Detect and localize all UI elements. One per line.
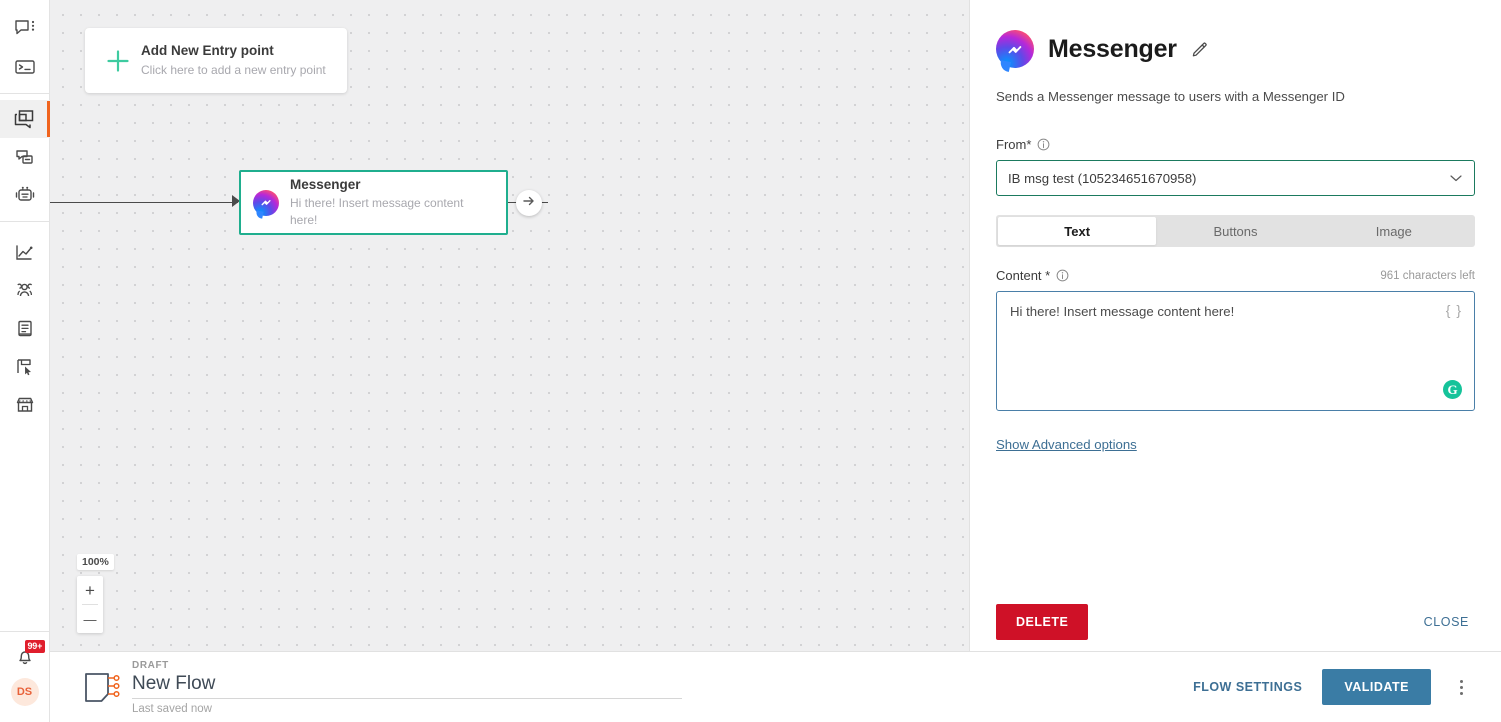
terminal-icon [14,58,36,76]
panel-action-buttons: DELETE CLOSE [996,604,1475,640]
app-root: 99+ DS Add New Entry point Click here to… [0,0,1501,722]
sidebar-item-conversations[interactable] [0,10,50,48]
flow-status-badge: DRAFT [132,659,169,671]
content-label-row: Content * 961 characters left [996,268,1475,283]
sidebar-item-campaigns[interactable] [0,348,50,386]
sidebar-item-content[interactable] [0,310,50,348]
messenger-icon [253,189,287,216]
sidebar-item-templates[interactable] [0,138,50,176]
chat-menu-icon [14,19,36,39]
insert-variable-button[interactable]: { } [1446,302,1462,318]
page-title: Messenger [1048,34,1177,63]
kebab-dot [1459,679,1463,683]
content-textarea[interactable]: Hi there! Insert message content here! {… [996,291,1475,411]
message-type-tabs: Text Buttons Image [996,215,1475,247]
messenger-icon [996,30,1034,68]
sidebar-item-flows[interactable] [0,100,50,138]
kebab-menu-icon[interactable] [1449,672,1473,702]
sidebar-bottom: 99+ DS [0,638,50,722]
sidebar-divider-1 [0,93,50,94]
characters-left-counter: 961 characters left [1380,269,1475,282]
pencil-icon[interactable] [1191,40,1209,58]
sidebar-item-audience[interactable] [0,272,50,310]
sidebar-group-3 [0,228,50,424]
tab-image[interactable]: Image [1315,217,1473,245]
flow-edge-line [50,202,238,203]
sidebar-item-bots[interactable] [0,176,50,214]
content-field-label: Content * [996,268,1069,283]
show-advanced-options-link[interactable]: Show Advanced options [996,437,1137,452]
kebab-dot [1459,691,1463,695]
kebab-dot [1459,685,1463,689]
templates-icon [14,147,36,167]
panel-header: Messenger [996,0,1475,68]
panel-description: Sends a Messenger message to users with … [996,89,1345,104]
from-select[interactable]: IB msg test (105234651670958) [996,160,1475,196]
add-entry-point-subtitle: Click here to add a new entry point [141,62,326,77]
audience-icon [13,281,37,301]
chevron-down-icon [1449,173,1463,183]
campaign-icon [14,357,36,377]
avatar[interactable]: DS [10,678,39,706]
arrow-right-icon [522,194,536,212]
store-icon [14,395,36,415]
flow-node-messenger[interactable]: Messenger Hi there! Insert message conte… [239,170,508,235]
sidebar-divider-2 [0,221,50,222]
flow-meta: DRAFT New Flow Last saved now [132,660,682,715]
from-field-label: From* [996,137,1475,152]
flows-icon [13,108,37,130]
content-textarea-value: Hi there! Insert message content here! [1010,304,1235,319]
sidebar-divider-3 [0,631,50,632]
flow-saved-status: Last saved now [132,702,212,715]
bot-icon [13,185,37,205]
add-entry-point-texts: Add New Entry point Click here to add a … [137,42,326,78]
zoom-in-button[interactable]: + [77,576,103,604]
from-label-text: From* [996,137,1032,152]
flow-name-value: New Flow [132,672,216,694]
info-icon[interactable] [1037,138,1050,151]
validate-button[interactable]: VALIDATE [1322,669,1431,705]
content-label-text: Content * [996,268,1051,283]
node-settings-panel: Messenger Sends a Messenger message to u… [969,0,1501,651]
delete-button[interactable]: DELETE [996,604,1089,640]
sidebar-item-store[interactable] [0,386,50,424]
zoom-out-button[interactable]: — [77,605,103,633]
zoom-level-label: 100% [77,554,114,570]
analytics-icon [14,243,36,263]
flow-node-texts: Messenger Hi there! Insert message conte… [287,176,494,229]
tab-text[interactable]: Text [998,217,1157,245]
book-icon [15,319,35,339]
add-entry-point-title: Add New Entry point [141,43,274,59]
add-next-step-button[interactable] [516,190,542,216]
notifications-button[interactable]: 99+ [0,638,50,678]
sidebar-group-2 [0,100,50,214]
flow-name-field[interactable]: New Flow [132,673,682,699]
flow-canvas[interactable]: Add New Entry point Click here to add a … [50,0,969,651]
add-entry-point-card[interactable]: Add New Entry point Click here to add a … [85,28,347,93]
tab-buttons[interactable]: Buttons [1156,217,1314,245]
sidebar-group-1 [0,0,50,86]
flow-node-title: Messenger [290,177,361,193]
zoom-controls: 100% + — [77,552,114,633]
from-select-value: IB msg test (105234651670958) [1008,170,1197,186]
sidebar-item-console[interactable] [0,48,50,86]
flow-node-subtitle: Hi there! Insert message content here! [290,196,464,228]
notification-badge: 99+ [24,640,46,653]
flow-settings-button[interactable]: FLOW SETTINGS [1179,670,1316,704]
left-sidebar: 99+ DS [0,0,50,722]
sidebar-item-analytics[interactable] [0,234,50,272]
flow-icon [72,666,132,708]
bottom-bar: DRAFT New Flow Last saved now FLOW SETTI… [50,651,1501,722]
close-button[interactable]: CLOSE [1418,605,1475,639]
plus-icon [99,46,137,76]
grammarly-icon[interactable]: G [1443,380,1462,399]
zoom-buttons: + — [77,576,103,633]
info-icon[interactable] [1056,269,1069,282]
